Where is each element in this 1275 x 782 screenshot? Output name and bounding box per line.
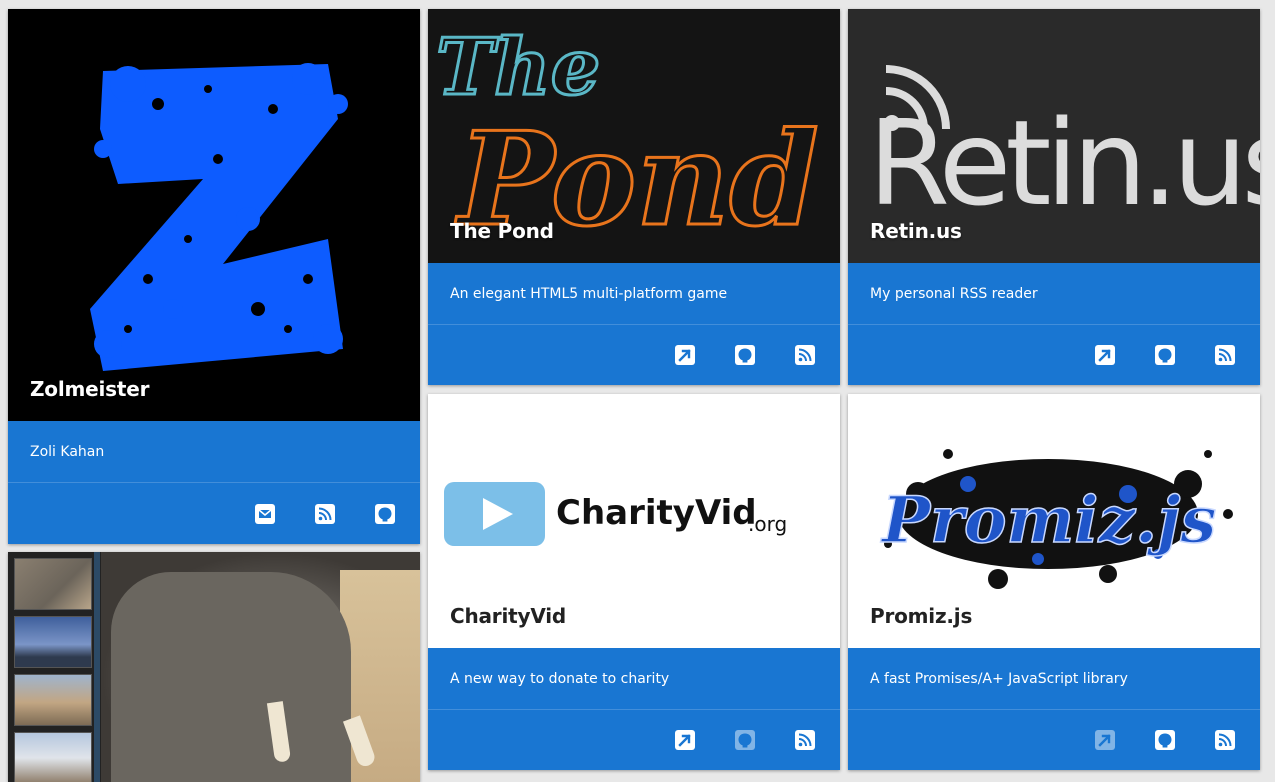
promizjs-logo-image: Promiz.js Promiz.js — [848, 394, 1260, 648]
gallery-thumbnail-strip — [8, 552, 101, 782]
rss-icon[interactable] — [1214, 729, 1236, 751]
external-link-icon[interactable] — [674, 344, 696, 366]
rss-icon[interactable] — [794, 729, 816, 751]
card-zolmeister[interactable]: Zolmeister Zoli Kahan — [8, 9, 420, 544]
rss-icon[interactable] — [314, 503, 336, 525]
retinus-logo-image: Retin.us Retin.us — [848, 9, 1260, 263]
card-title: Retin.us — [870, 219, 962, 243]
card-title: CharityVid — [450, 604, 567, 628]
card-description: An elegant HTML5 multi-platform game — [428, 263, 840, 325]
mail-icon[interactable] — [254, 503, 276, 525]
github-icon[interactable] — [1154, 729, 1176, 751]
card-promizjs[interactable]: Promiz.js Promiz.js A fast Promises/A+ J… — [848, 394, 1260, 770]
github-icon[interactable] — [374, 503, 396, 525]
thumbnail-landscape[interactable] — [14, 732, 92, 782]
card-retinus[interactable]: Retin.us Retin.us My personal RSS reader — [848, 9, 1260, 385]
thumbnail-rock[interactable] — [14, 674, 92, 726]
card-actions — [848, 710, 1260, 770]
promiz-logo-text: Promiz.js — [880, 483, 1216, 558]
pond-logo-the: The — [436, 22, 600, 113]
github-icon[interactable] — [1154, 344, 1176, 366]
external-link-icon[interactable] — [1094, 729, 1116, 751]
thumbnail-elephant[interactable] — [14, 558, 92, 610]
rss-icon[interactable] — [794, 344, 816, 366]
rss-icon[interactable] — [1214, 344, 1236, 366]
the-pond-logo-image: The Pond The Pond — [428, 9, 840, 263]
github-icon[interactable] — [734, 344, 756, 366]
gallery-main-image — [101, 552, 420, 782]
charityvid-logo-suffix: .org — [748, 512, 787, 536]
card-gallery[interactable] — [8, 552, 420, 782]
card-title: Zolmeister — [30, 377, 150, 401]
card-actions — [848, 325, 1260, 385]
thumbnail-sky[interactable] — [14, 616, 92, 668]
card-the-pond[interactable]: The Pond The Pond An elegant HTML5 multi… — [428, 9, 840, 385]
charityvid-logo-text: CharityVid — [556, 493, 757, 533]
card-actions — [428, 325, 840, 385]
card-title: Promiz.js — [870, 604, 973, 628]
github-icon[interactable] — [734, 729, 756, 751]
external-link-icon[interactable] — [674, 729, 696, 751]
card-title: The Pond — [450, 219, 554, 243]
zolmeister-logo-image: Zolmeister — [8, 9, 420, 421]
external-link-icon[interactable] — [1094, 344, 1116, 366]
gallery-scroll-indicator[interactable] — [94, 552, 100, 782]
card-description: A new way to donate to charity — [428, 648, 840, 710]
card-description: My personal RSS reader — [848, 263, 1260, 325]
retinus-logo-text: Retin.us — [868, 94, 1260, 232]
card-actions — [428, 710, 840, 770]
card-charityvid[interactable]: CharityVid .org CharityVid A new way to … — [428, 394, 840, 770]
card-actions — [8, 484, 420, 544]
card-description: A fast Promises/A+ JavaScript library — [848, 648, 1260, 710]
card-description: Zoli Kahan — [8, 421, 420, 483]
charityvid-logo-image: CharityVid .org CharityVid — [428, 394, 840, 648]
